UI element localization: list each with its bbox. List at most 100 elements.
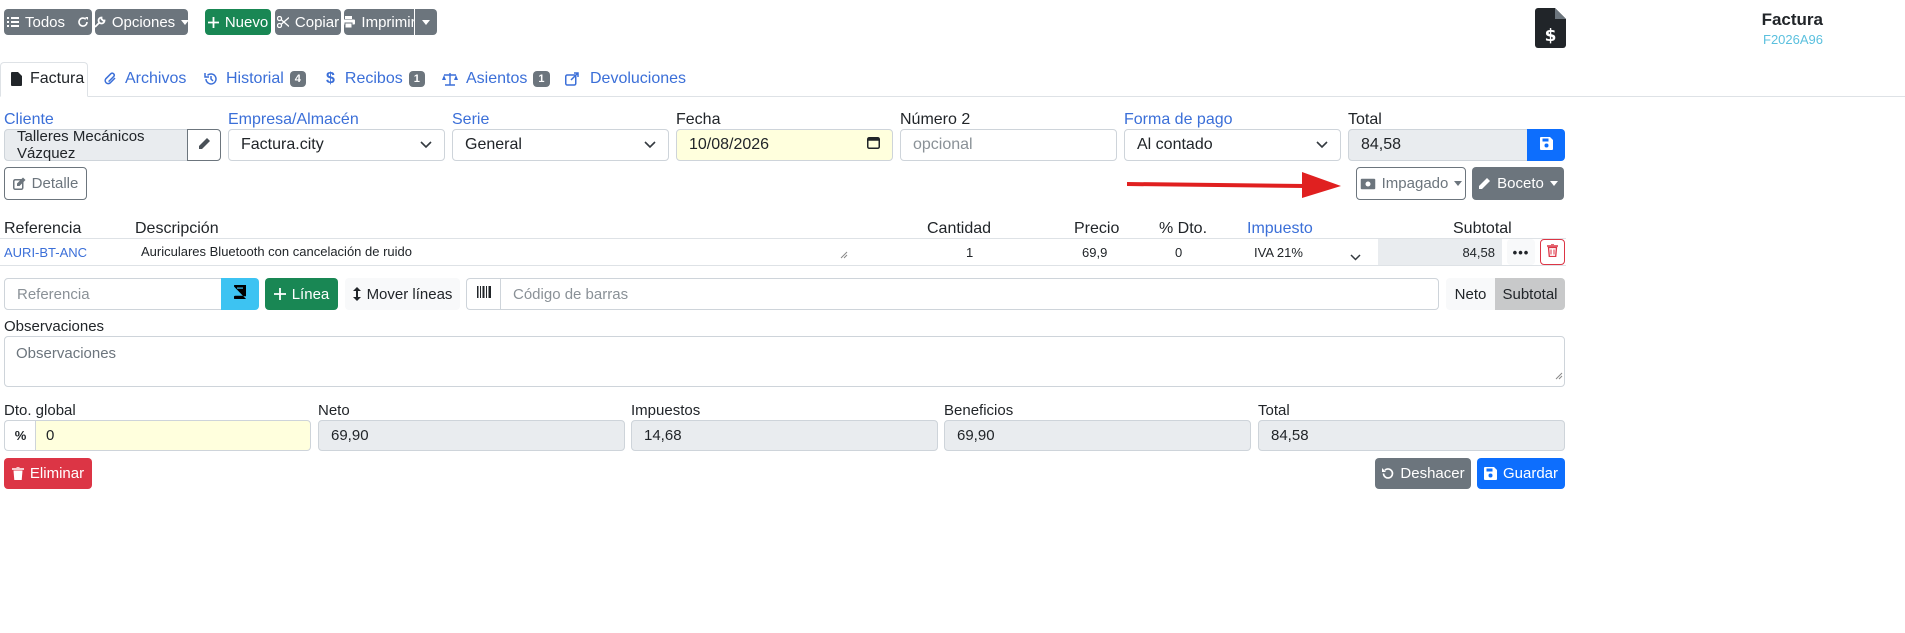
tab-asientos[interactable]: Asientos 1 [442, 62, 550, 96]
options-button[interactable]: Opciones [94, 9, 190, 35]
resize-handle-icon[interactable] [1555, 367, 1563, 385]
tab-historial[interactable]: Historial 4 [204, 62, 306, 96]
col-discount: % Dto. [1159, 220, 1208, 237]
wrench-icon [94, 16, 106, 28]
grand-total-field: 84,58 [1258, 420, 1565, 451]
global-discount-value: 0 [46, 427, 55, 444]
trash-icon [11, 467, 24, 480]
undo-button-label: Deshacer [1400, 465, 1465, 482]
printer-icon [342, 16, 356, 28]
table-row: AURI-BT-ANC Auriculares Bluetooth con ca… [0, 239, 1566, 265]
client-field[interactable]: Talleres Mecánicos Vázquez [4, 128, 188, 162]
save-total-button[interactable] [1527, 129, 1565, 161]
edit-client-button[interactable] [187, 129, 221, 161]
client-label[interactable]: Cliente [4, 111, 54, 129]
date-value: 10/08/2026 [689, 136, 770, 153]
file-icon [11, 72, 22, 86]
company-label[interactable]: Empresa/Almacén [228, 111, 359, 129]
grand-total-value: 84,58 [1271, 427, 1309, 444]
print-button-label: Imprimir [361, 13, 416, 31]
series-select[interactable]: General [452, 129, 669, 161]
new-button[interactable]: Nuevo [205, 9, 271, 35]
company-value: Factura.city [241, 136, 324, 153]
row-tax-select[interactable]: IVA 21% [1247, 239, 1371, 265]
chevron-down-icon [644, 136, 656, 154]
net-label: Neto [318, 402, 350, 419]
taxes-label: Impuestos [631, 402, 701, 419]
caret-down-icon [422, 19, 430, 25]
number2-label: Número 2 [900, 111, 971, 128]
company-select[interactable]: Factura.city [228, 129, 445, 161]
copy-button[interactable]: Copiar [275, 9, 341, 35]
floppy-disk-icon [1539, 136, 1553, 154]
net-toggle-button[interactable]: Neto [1446, 278, 1495, 310]
row-discount[interactable]: 0 [1175, 245, 1182, 260]
catalog-button[interactable] [221, 278, 259, 310]
edit-icon [12, 177, 26, 190]
draft-status-button[interactable]: Boceto [1472, 167, 1564, 200]
total-field: 84,58 [1348, 129, 1528, 161]
tab-factura-label: Factura [30, 70, 85, 87]
share-square-icon [565, 72, 580, 86]
grand-total-label: Total [1258, 402, 1290, 419]
new-button-label: Nuevo [224, 13, 269, 31]
tab-archivos[interactable]: Archivos [104, 62, 186, 96]
row-description-input[interactable]: Auriculares Bluetooth con cancelación de… [135, 239, 849, 265]
tab-devoluciones[interactable]: Devoluciones [565, 62, 686, 96]
move-lines-button[interactable]: Mover líneas [345, 278, 460, 310]
svg-text:$: $ [1545, 26, 1557, 46]
doc-code: F2026A96 [1763, 32, 1823, 47]
caret-down-icon [1549, 181, 1558, 186]
payment-select[interactable]: Al contado [1124, 129, 1341, 161]
barcode-input[interactable]: Código de barras [500, 278, 1439, 310]
global-discount-input[interactable]: 0 [35, 420, 311, 451]
barcode-placeholder: Código de barras [513, 285, 629, 303]
row-delete-button[interactable] [1540, 239, 1565, 265]
print-dropdown-toggle[interactable] [415, 9, 437, 35]
series-value: General [465, 136, 522, 153]
caret-down-icon [181, 19, 190, 25]
net-field: 69,90 [318, 420, 625, 451]
payment-label[interactable]: Forma de pago [1124, 111, 1233, 129]
trash-icon [1547, 242, 1558, 261]
col-price: Precio [1074, 220, 1120, 237]
add-reference-input[interactable]: Referencia [4, 278, 222, 310]
taxes-field: 14,68 [631, 420, 938, 451]
delete-button[interactable]: Eliminar [4, 458, 92, 489]
col-description: Descripción [135, 220, 219, 237]
draft-status-label: Boceto [1497, 175, 1544, 192]
resize-handle-icon[interactable] [840, 246, 848, 264]
print-button[interactable]: Imprimir [342, 9, 416, 35]
notes-textarea[interactable]: Observaciones [4, 336, 1565, 387]
ellipsis-icon: ••• [1512, 244, 1530, 260]
unpaid-status-label: Impagado [1381, 175, 1449, 192]
tab-factura[interactable]: Factura [11, 62, 84, 96]
col-tax[interactable]: Impuesto [1247, 220, 1313, 238]
tab-recibos[interactable]: $ Recibos 1 [326, 62, 425, 96]
paperclip-icon [104, 72, 117, 86]
detail-button[interactable]: Detalle [4, 167, 87, 200]
table-row-divider [0, 265, 1566, 266]
row-quantity[interactable]: 1 [966, 245, 973, 260]
total-value: 84,58 [1361, 136, 1402, 153]
series-label[interactable]: Serie [452, 111, 489, 129]
date-label: Fecha [676, 111, 721, 128]
save-button[interactable]: Guardar [1477, 458, 1565, 489]
undo-button[interactable]: Deshacer [1375, 458, 1471, 489]
row-reference-link[interactable]: AURI-BT-ANC [4, 245, 87, 260]
date-input[interactable]: 10/08/2026 [676, 129, 893, 161]
row-more-button[interactable]: ••• [1507, 239, 1535, 265]
subtotal-toggle-button[interactable]: Subtotal [1495, 278, 1565, 310]
all-button[interactable]: Todos [4, 9, 92, 35]
add-line-button[interactable]: Línea [265, 278, 338, 310]
tab-historial-label: Historial [226, 70, 284, 87]
row-price[interactable]: 69,9 [1082, 245, 1107, 260]
percent-addon: % [4, 420, 36, 451]
client-value: Talleres Mecánicos Vázquez [17, 128, 145, 162]
unpaid-status-button[interactable]: Impagado [1356, 167, 1466, 200]
list-icon [6, 16, 19, 28]
doc-title: Factura [1761, 10, 1823, 29]
number2-input[interactable]: opcional [900, 129, 1117, 161]
calendar-icon[interactable] [867, 136, 880, 154]
net-toggle-label: Neto [1454, 285, 1487, 303]
